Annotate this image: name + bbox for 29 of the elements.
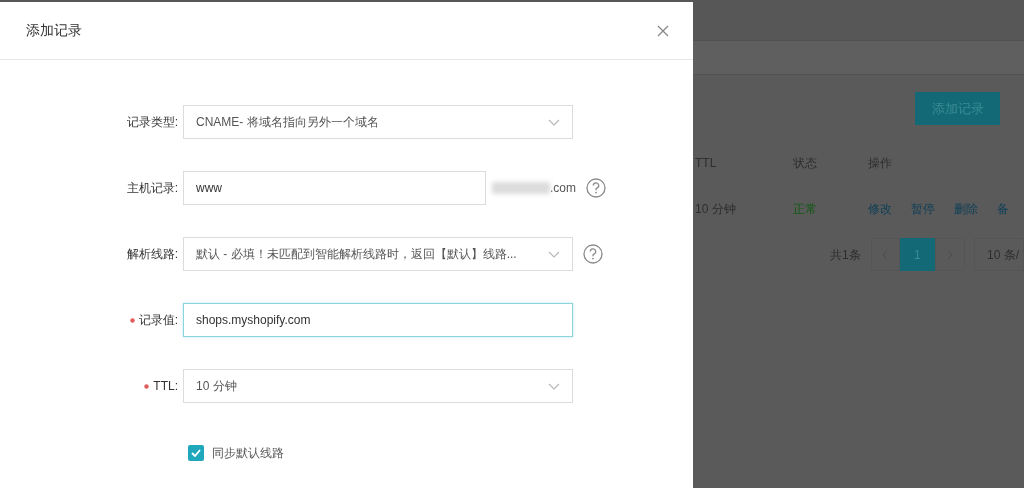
check-icon [191, 449, 201, 457]
blurred-text [492, 182, 550, 194]
field-label: TTL: [153, 378, 178, 395]
action-link[interactable]: 修改 [868, 200, 892, 218]
action-link[interactable]: 备 [997, 200, 1009, 218]
action-link[interactable]: 删除 [954, 200, 978, 218]
status-text: 正常 [793, 201, 818, 218]
field-label: 记录类型: [126, 114, 178, 131]
field-label: 解析线路: [126, 246, 178, 263]
select-field[interactable]: 10 分钟 [183, 369, 573, 403]
help-icon[interactable] [583, 244, 603, 264]
field-label: 主机记录: [126, 180, 178, 197]
chevron-down-icon [548, 118, 560, 126]
input-field[interactable]: shops.myshopify.com [183, 303, 573, 337]
action-link[interactable]: 暂停 [911, 200, 935, 218]
close-icon[interactable] [657, 24, 669, 37]
checkbox-label: 同步默认线路 [212, 445, 284, 462]
required-icon [129, 317, 135, 323]
dialog-title: 添加记录 [26, 21, 82, 40]
domain-suffix: .com [550, 180, 576, 197]
select-field[interactable]: CNAME- 将域名指向另外一个域名 [183, 105, 573, 139]
chevron-down-icon [548, 382, 560, 390]
help-icon[interactable] [586, 178, 606, 198]
select-field[interactable]: 默认 - 必填！未匹配到智能解析线路时，返回【默认】线路... [183, 237, 573, 271]
chevron-down-icon [548, 250, 560, 258]
checkbox[interactable] [188, 445, 204, 461]
required-icon [144, 383, 150, 389]
field-label: 记录值: [138, 312, 178, 329]
input-field[interactable]: www [183, 171, 486, 205]
